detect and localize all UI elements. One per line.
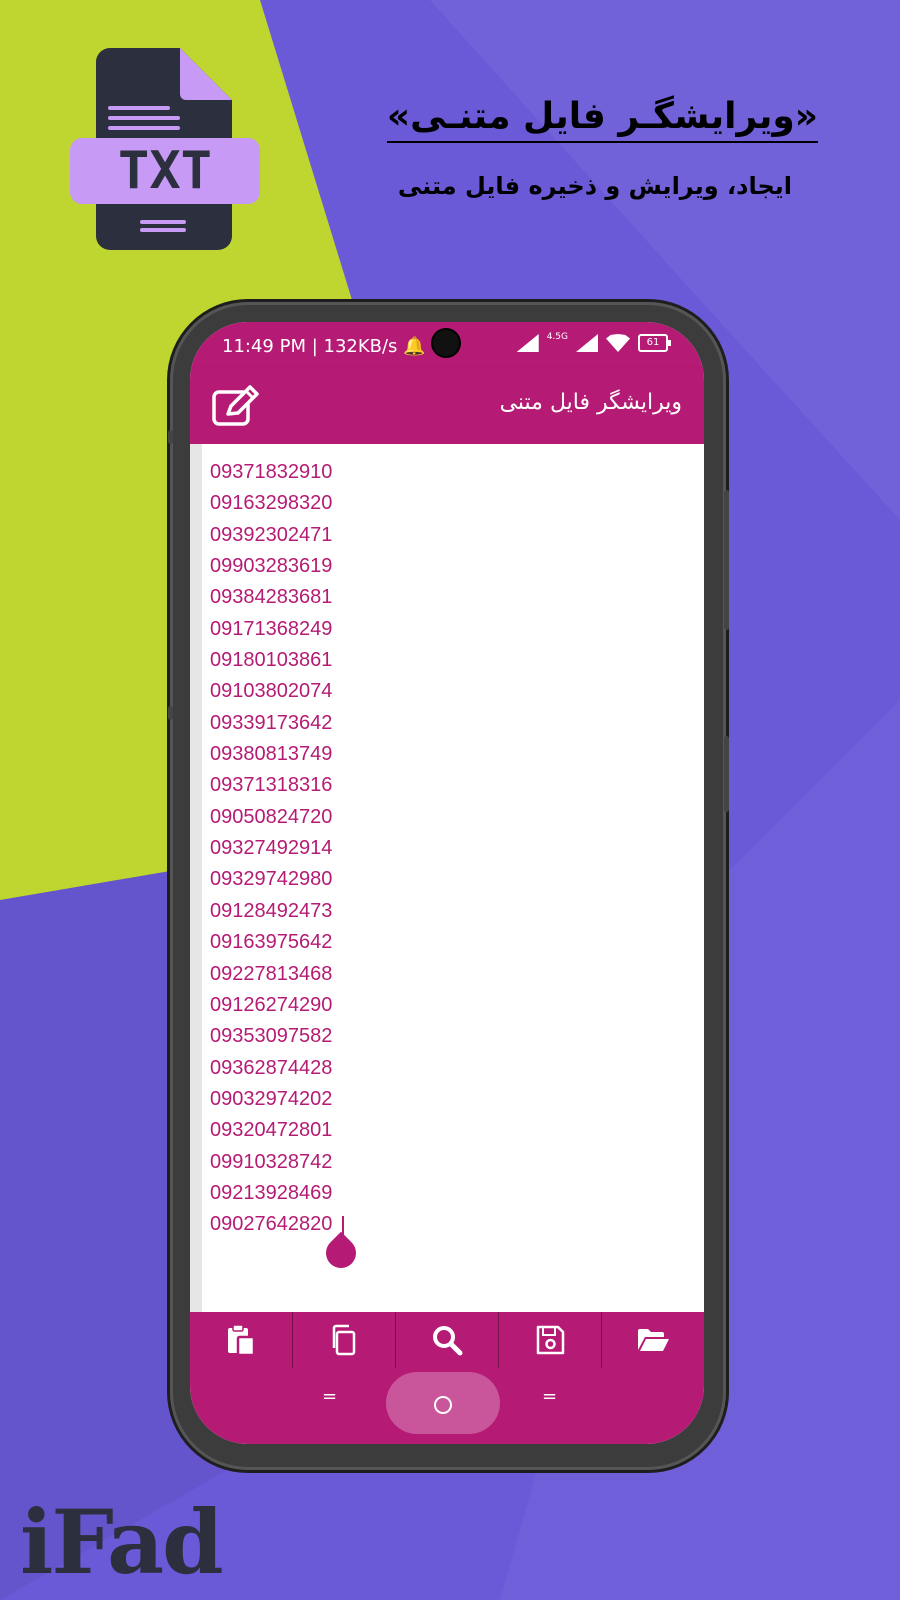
edit-icon[interactable]: [212, 384, 260, 426]
editor-line: 09103802074: [210, 680, 333, 703]
phone-side-button: [168, 706, 173, 720]
battery-icon: 61: [638, 334, 671, 352]
text-line: [108, 126, 180, 130]
bottom-toolbar: [190, 1312, 704, 1368]
copy-icon: [332, 1324, 356, 1356]
editor-line: 09027642820: [210, 1213, 333, 1236]
editor-line: 09392302471: [210, 523, 333, 546]
save-icon: [536, 1325, 565, 1355]
editor-line: 09163298320: [210, 492, 333, 515]
app-title: ویرایشگر فایل متنی: [499, 390, 682, 415]
text-line: [108, 116, 180, 120]
scroll-strip: [190, 444, 202, 1312]
banner-title: «ویرایشگـر فایل متنـی»: [386, 96, 818, 143]
editor-line: 09371832910: [210, 461, 333, 483]
phone-side-button: [168, 430, 173, 444]
system-navigation-bar: = =: [190, 1368, 704, 1444]
back-icon[interactable]: =: [542, 1388, 557, 1406]
txt-label: TXT: [70, 138, 260, 204]
editor-line: 09371318316: [210, 774, 333, 797]
network-type: 4.5G: [546, 332, 568, 342]
editor-line: 09163975642: [210, 931, 333, 954]
signal-icon: [516, 334, 539, 352]
document-fold: [180, 48, 232, 100]
editor-line: 09353097582: [210, 1025, 333, 1048]
text-line: [140, 228, 186, 232]
paste-button[interactable]: [190, 1312, 293, 1368]
status-time: 11:49 PM | 132KB/s 🔔: [222, 336, 426, 357]
editor-line: 09227813468: [210, 962, 333, 985]
signal-icon: [576, 334, 598, 352]
editor-line: 09128492473: [210, 899, 333, 922]
phone-volume-button: [724, 490, 729, 630]
brand-logo: iFad: [20, 1490, 224, 1594]
editor-line: 09126274290: [210, 993, 333, 1016]
text-line: [140, 220, 186, 224]
banner-subtitle: ایجاد، ویرایش و ذخیره فایل متنی: [397, 172, 792, 200]
copy-button[interactable]: [293, 1312, 396, 1368]
editor-line: 09032974202: [210, 1087, 333, 1110]
front-camera: [433, 330, 459, 356]
editor-line: 09320472801: [210, 1119, 333, 1142]
editor-line: 09339173642: [210, 711, 333, 734]
phone-power-button: [724, 736, 729, 812]
search-button[interactable]: [396, 1312, 499, 1368]
text-line: [108, 106, 170, 110]
editor-line: 09171368249: [210, 617, 333, 640]
search-icon: [433, 1326, 463, 1356]
menu-icon[interactable]: =: [322, 1388, 337, 1406]
save-button[interactable]: [499, 1312, 602, 1368]
editor-line: 09380813749: [210, 743, 333, 766]
editor-line: 09903283619: [210, 555, 333, 578]
phone-screen: 11:49 PM | 132KB/s 🔔 4.5G 61 ویرایشگر فا…: [190, 322, 704, 1444]
app-bar: ویرایشگر فایل متنی: [190, 368, 704, 444]
open-folder-icon: [638, 1329, 669, 1351]
open-folder-button[interactable]: [602, 1312, 704, 1368]
bell-icon: 🔔: [403, 336, 426, 357]
editor-lines: 09371832910 09163298320 09392302471 0990328…: [210, 457, 332, 1241]
status-icons: 4.5G 61: [516, 332, 671, 352]
wifi-icon: [606, 334, 630, 352]
home-icon[interactable]: [434, 1396, 452, 1414]
text-editor[interactable]: 09371832910 09163298320 09392302471 0990328…: [190, 444, 704, 1312]
editor-line: 09213928469: [210, 1181, 333, 1204]
paste-icon: [228, 1324, 256, 1357]
editor-line: 09050824720: [210, 805, 333, 828]
battery-level: 61: [646, 337, 660, 348]
editor-line: 09329742980: [210, 868, 333, 891]
editor-line: 09362874428: [210, 1056, 333, 1079]
editor-line: 09910328742: [210, 1150, 333, 1173]
txt-file-icon: TXT: [68, 46, 264, 252]
editor-line: 09180103861: [210, 649, 333, 672]
status-bar: 11:49 PM | 132KB/s 🔔 4.5G 61: [190, 322, 704, 368]
editor-line: 09384283681: [210, 586, 333, 609]
editor-line: 09327492914: [210, 837, 333, 860]
